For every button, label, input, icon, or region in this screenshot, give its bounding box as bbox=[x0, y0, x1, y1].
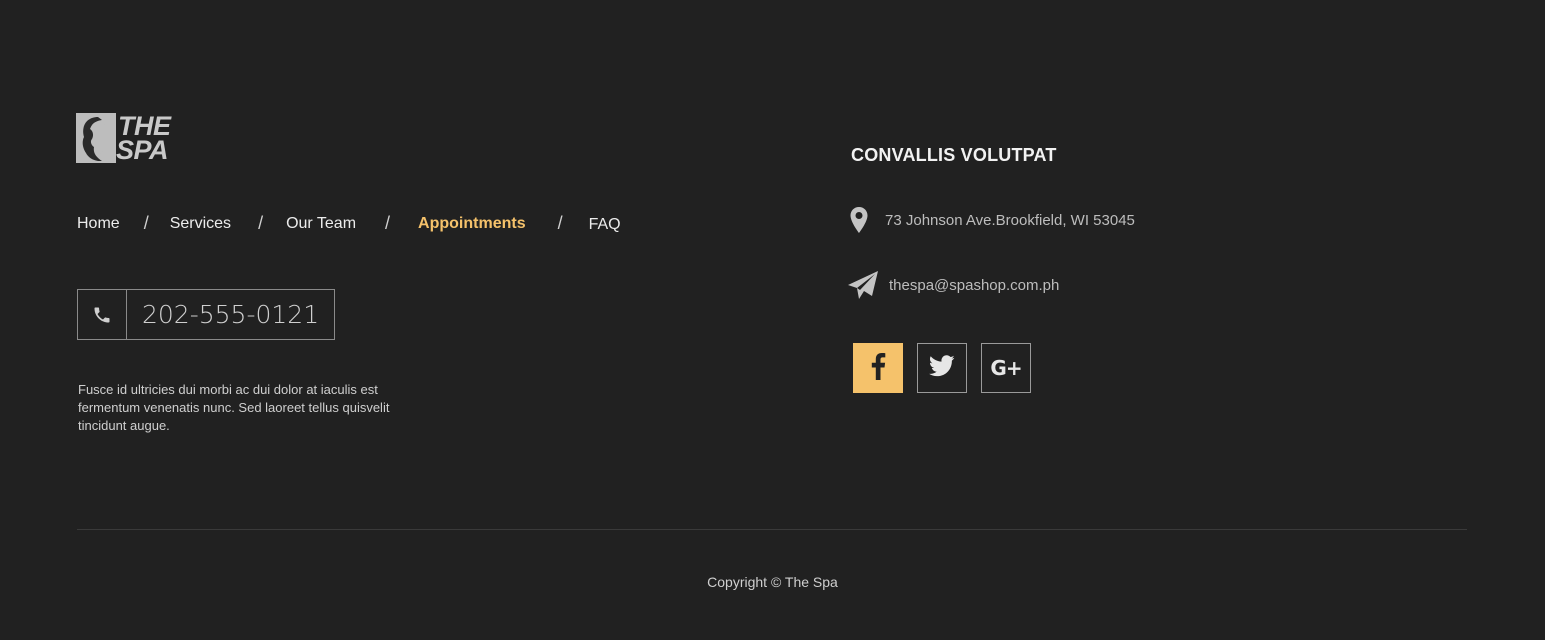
footer-divider bbox=[77, 529, 1467, 530]
google-plus-button[interactable]: G+ bbox=[981, 343, 1031, 393]
nav-link-our-team[interactable]: Our Team bbox=[286, 215, 356, 233]
nav-separator: / bbox=[143, 213, 149, 233]
facebook-icon bbox=[870, 352, 886, 385]
nav-separator: / bbox=[557, 213, 563, 233]
woman-profile-icon bbox=[76, 113, 116, 163]
nav-link-home[interactable]: Home bbox=[77, 215, 120, 233]
logo[interactable]: THE SPA bbox=[76, 113, 171, 165]
address-row: 73 Johnson Ave.Brookfield, WI 53045 bbox=[849, 206, 1135, 234]
google-plus-icon: G+ bbox=[990, 356, 1022, 380]
address-text: 73 Johnson Ave.Brookfield, WI 53045 bbox=[885, 211, 1135, 229]
nav-separator: / bbox=[385, 213, 391, 233]
social-links: G+ bbox=[853, 343, 1045, 393]
contact-title: CONVALLIS VOLUTPAT bbox=[851, 145, 1057, 165]
phone-box[interactable]: 202-555-0121 bbox=[77, 289, 336, 340]
nav-separator: / bbox=[258, 213, 264, 233]
twitter-icon bbox=[929, 354, 955, 382]
phone-number[interactable]: 202-555-0121 bbox=[127, 290, 334, 339]
footer-description: Fusce id ultricies dui morbi ac dui dolo… bbox=[78, 382, 390, 433]
email-link[interactable]: thespa@spashop.com.ph bbox=[889, 277, 1059, 294]
footer-nav: Home / Services / Our Team / Appointment… bbox=[77, 213, 621, 234]
phone-icon bbox=[78, 290, 127, 339]
twitter-button[interactable] bbox=[917, 343, 967, 393]
nav-link-faq[interactable]: FAQ bbox=[589, 216, 621, 234]
map-pin-icon bbox=[849, 206, 869, 234]
nav-link-services[interactable]: Services bbox=[170, 215, 231, 233]
logo-line-2: SPA bbox=[116, 135, 169, 165]
paper-plane-icon bbox=[847, 270, 879, 300]
nav-link-appointments[interactable]: Appointments bbox=[418, 215, 526, 233]
copyright-text: Copyright © The Spa bbox=[707, 574, 838, 590]
logo-text: THE SPA bbox=[116, 113, 171, 165]
email-row: thespa@spashop.com.ph bbox=[847, 270, 1059, 300]
site-footer: THE SPA Home / Services / Our Team / App… bbox=[0, 0, 1545, 640]
facebook-button[interactable] bbox=[853, 343, 903, 393]
